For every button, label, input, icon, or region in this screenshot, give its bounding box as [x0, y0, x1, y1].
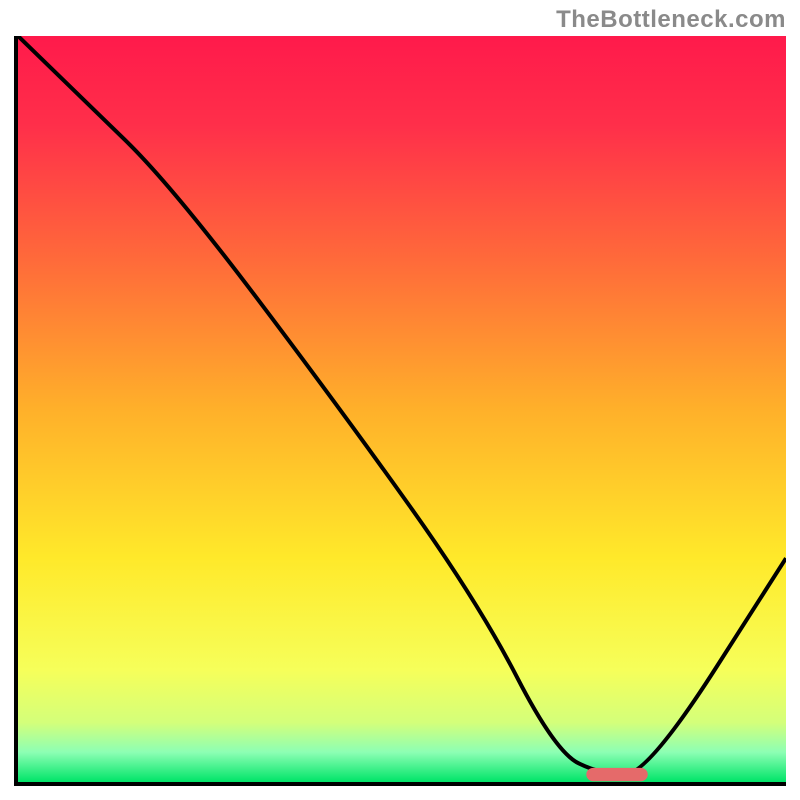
attribution-text: TheBottleneck.com: [556, 6, 786, 34]
plot-frame: [14, 36, 786, 786]
plot-area: [18, 36, 786, 782]
chart-container: TheBottleneck.com: [0, 0, 800, 800]
optimum-marker: [18, 36, 786, 782]
